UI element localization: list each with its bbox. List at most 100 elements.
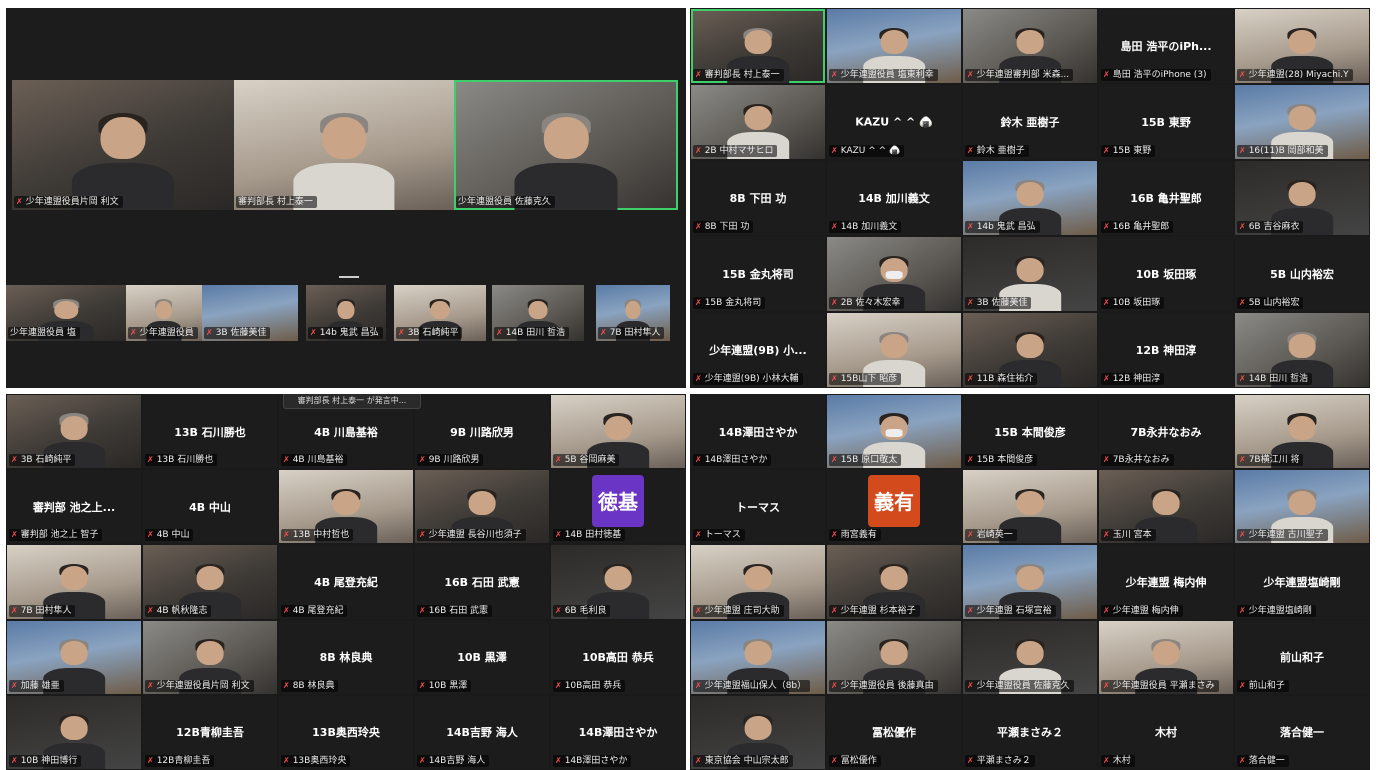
participant-tile[interactable]: ✗ 10B 神田博行	[7, 695, 141, 769]
participant-tile[interactable]: 14B 加川義文 ✗ 14B 加川義文	[827, 161, 961, 235]
participant-tile[interactable]: 12B青柳圭吾 ✗ 12B青柳圭吾	[143, 695, 277, 769]
participant-tile[interactable]: ✗ 7B 田村隼人	[7, 545, 141, 619]
participant-tile[interactable]: ✗ 3B 佐藤美佳	[963, 237, 1097, 311]
participant-tile[interactable]: ✗ 5B 谷岡麻美	[551, 395, 685, 469]
participant-tile[interactable]: 8B 下田 功 ✗ 8B 下田 功	[691, 161, 825, 235]
participant-tile[interactable]: ✗ 6B 吉谷麻衣	[1235, 161, 1369, 235]
participant-tile[interactable]: 10B 坂田琢 ✗ 10B 坂田琢	[1099, 237, 1233, 311]
participant-tile[interactable]: 4B 尾登充紀 ✗ 4B 尾登充紀	[279, 545, 413, 619]
participant-tile[interactable]: ✗ 少年連盟役員 佐藤克久	[963, 620, 1097, 694]
participant-tile[interactable]: 前山和子 ✗ 前山和子	[1235, 620, 1369, 694]
participant-tile[interactable]: ✗ 少年連盟役員片岡 利文	[143, 620, 277, 694]
mic-muted-icon: ✗	[1239, 605, 1246, 615]
participant-tile[interactable]: 木村 ✗ 木村	[1099, 695, 1233, 769]
mic-muted-icon: ✗	[695, 455, 702, 465]
participant-tile[interactable]: ✗ 少年連盟 庄司大助	[691, 545, 825, 619]
participant-tile[interactable]: ✗ 少年連盟 長谷川也須子	[415, 470, 549, 544]
participant-tile[interactable]: ✗ 16(11)B 岡部和美	[1235, 85, 1369, 159]
participant-tile[interactable]: ✗ 2B 中村マサヒロ	[691, 85, 825, 159]
participant-tile[interactable]: 少年連盟 梅内伸 ✗ 少年連盟 梅内伸	[1099, 545, 1233, 619]
participant-tile[interactable]: ✗ 少年連盟 石塚宣裕	[963, 545, 1097, 619]
participant-name-label: ✗ 14B澤田さやか	[553, 754, 632, 767]
participant-tile[interactable]: 落合健一 ✗ 落合健一	[1235, 695, 1369, 769]
mic-muted-icon: ✗	[147, 605, 154, 615]
active-speaker-tile[interactable]: 少年連盟役員 佐藤克久	[454, 80, 678, 210]
participant-tile[interactable]: 島田 浩平のiPh... ✗ 島田 浩平のiPhone (3)	[1099, 9, 1233, 83]
participant-name-label: ✗ 3B 石崎純平	[9, 454, 76, 467]
speaker-tile[interactable]: ✗ 少年連盟役員片岡 利文	[12, 80, 234, 210]
participant-tile[interactable]: ✗ 2B 佐々木宏幸	[827, 237, 961, 311]
participant-tile[interactable]: ✗ 少年連盟 杉本裕子	[827, 545, 961, 619]
participant-tile[interactable]: 13B奥西玲央 ✗ 13B奥西玲央	[279, 695, 413, 769]
participant-tile[interactable]: 15B 本間俊彦 ✗ 15B 本間俊彦	[963, 395, 1097, 469]
strip-tile[interactable]: ✗ 3B 佐藤美佳	[202, 285, 298, 341]
participant-tile[interactable]: ✗ 少年連盟福山保人（8b）	[691, 620, 825, 694]
participant-tile[interactable]: 16B 石田 武憲 ✗ 16B 石田 武憲	[415, 545, 549, 619]
participant-tile[interactable]: ✗ 13B 中村哲也	[279, 470, 413, 544]
participant-tile[interactable]: 12B 神田淳 ✗ 12B 神田淳	[1099, 313, 1233, 387]
participant-tile[interactable]: ✗ 11B 森住祐介	[963, 313, 1097, 387]
participant-tile[interactable]: ✗ 少年連盟 古川聖子	[1235, 470, 1369, 544]
participant-tile[interactable]: ✗ 15B 原口敬太	[827, 395, 961, 469]
participant-tile[interactable]: 義有 ✗ 雨宮義有	[827, 470, 961, 544]
participant-tile[interactable]: ✗ 4B 帆秋隆志	[143, 545, 277, 619]
participant-tile[interactable]: ✗ 少年連盟役員 後藤真由	[827, 620, 961, 694]
participant-tile[interactable]: ✗ 少年連盟役員 塩東利幸	[827, 9, 961, 83]
participant-tile[interactable]: 8B 林良典 ✗ 8B 林良典	[279, 620, 413, 694]
participant-tile[interactable]: 平瀬まさみ２ ✗ 平瀬まさみ２	[963, 695, 1097, 769]
participant-tile[interactable]: ✗ 3B 石崎純平	[7, 395, 141, 469]
strip-tile[interactable]: ✗ 少年連盟役員	[126, 285, 202, 341]
mic-muted-icon: ✗	[831, 605, 838, 615]
participant-name-label: ✗ 2B 中村マサヒロ	[693, 145, 778, 157]
participant-tile[interactable]: 鈴木 亜樹子 ✗ 鈴木 亜樹子	[963, 85, 1097, 159]
participant-tile[interactable]: 10B 黒澤 ✗ 10B 黒澤	[415, 620, 549, 694]
participant-tile[interactable]: 4B 中山 ✗ 4B 中山	[143, 470, 277, 544]
strip-tile[interactable]: ✗ 7B 田村隼人	[596, 285, 670, 341]
strip-tile[interactable]: ✗ 14B 田川 哲浩	[492, 285, 584, 341]
participant-tile[interactable]: ✗ 7B横江川 将	[1235, 395, 1369, 469]
participant-name-label: ✗ 15B山下 昭彦	[829, 373, 902, 385]
participant-tile[interactable]: 13B 石川勝也 ✗ 13B 石川勝也	[143, 395, 277, 469]
participant-tile[interactable]: ✗ 14b 鬼武 昌弘	[963, 161, 1097, 235]
participant-display-name: 少年連盟 梅内伸	[1125, 575, 1207, 589]
participant-tile[interactable]: KAZU ^ ^ 🍙 ✗ KAZU ^ ^ 🍙	[827, 85, 961, 159]
participant-tile[interactable]: 16B 亀井聖郎 ✗ 16B 亀井聖郎	[1099, 161, 1233, 235]
participant-tile[interactable]: 7B永井なおみ ✗ 7B永井なおみ	[1099, 395, 1233, 469]
participant-tile[interactable]: ✗ 玉川 宮本	[1099, 470, 1233, 544]
strip-resize-handle[interactable]	[339, 276, 359, 278]
strip-tile[interactable]: ✗ 14b 鬼武 昌弘	[306, 285, 386, 341]
participant-tile[interactable]: 14B吉野 海人 ✗ 14B吉野 海人	[415, 695, 549, 769]
participant-tile[interactable]: 15B 東野 ✗ 15B 東野	[1099, 85, 1233, 159]
mic-muted-icon: ✗	[16, 197, 23, 206]
participant-tile[interactable]: ✗ 6B 毛利良	[551, 545, 685, 619]
participant-tile[interactable]: ✗ 少年連盟(28) Miyachi.Y	[1235, 9, 1369, 83]
participant-name-label: ✗ 岩崎英一	[965, 529, 1017, 542]
participant-tile[interactable]: 審判部 池之上... ✗ 審判部 池之上 智子	[7, 470, 141, 544]
participant-tile[interactable]: ✗ 加藤 雄亜	[7, 620, 141, 694]
participant-name-label: ✗ 15B 金丸将司	[693, 297, 766, 309]
participant-tile[interactable]: 徳基 ✗ 14B 田村徳基	[551, 470, 685, 544]
participant-tile[interactable]: ✗ 14B 田川 哲浩	[1235, 313, 1369, 387]
strip-tile[interactable]: 少年連盟役員 塩	[6, 285, 126, 341]
mic-muted-icon: ✗	[1239, 530, 1246, 540]
participant-tile[interactable]: トーマス ✗ トーマス	[691, 470, 825, 544]
participant-tile[interactable]: 14B澤田さやか ✗ 14B澤田さやか	[691, 395, 825, 469]
participant-tile[interactable]: ✗ 15B山下 昭彦	[827, 313, 961, 387]
strip-tile[interactable]: ✗ 3B 石崎純平	[394, 285, 486, 341]
participant-name-label: ✗ 12B青柳圭吾	[145, 754, 215, 767]
participant-tile[interactable]: 14B澤田さやか ✗ 14B澤田さやか	[551, 695, 685, 769]
participant-tile[interactable]: 5B 山内裕宏 ✗ 5B 山内裕宏	[1235, 237, 1369, 311]
participant-tile[interactable]: ✗ 少年連盟役員 平瀬まさみ	[1099, 620, 1233, 694]
participant-tile[interactable]: ✗ 岩崎英一	[963, 470, 1097, 544]
participant-tile[interactable]: ✗ 少年連盟審判部 米森...	[963, 9, 1097, 83]
speaker-tile[interactable]: 審判部長 村上泰一	[234, 80, 454, 210]
participant-name-label: ✗ 15B 東野	[1101, 145, 1156, 157]
participant-tile[interactable]: 少年連盟(9B) 小... ✗ 少年連盟(9B) 小林大輔	[691, 313, 825, 387]
participant-tile[interactable]: ✗ 東京協会 中山宗太郎	[691, 695, 825, 769]
participant-tile[interactable]: 10B高田 恭兵 ✗ 10B高田 恭兵	[551, 620, 685, 694]
participant-tile[interactable]: 冨松優作 ✗ 冨松優作	[827, 695, 961, 769]
participant-tile[interactable]: ✗ 審判部長 村上泰一	[691, 9, 825, 83]
participant-tile[interactable]: 9B 川路欣男 ✗ 9B 川路欣男	[415, 395, 549, 469]
participant-tile[interactable]: 少年連盟塩崎剛 ✗ 少年連盟塩崎剛	[1235, 545, 1369, 619]
participant-tile[interactable]: 15B 金丸将司 ✗ 15B 金丸将司	[691, 237, 825, 311]
